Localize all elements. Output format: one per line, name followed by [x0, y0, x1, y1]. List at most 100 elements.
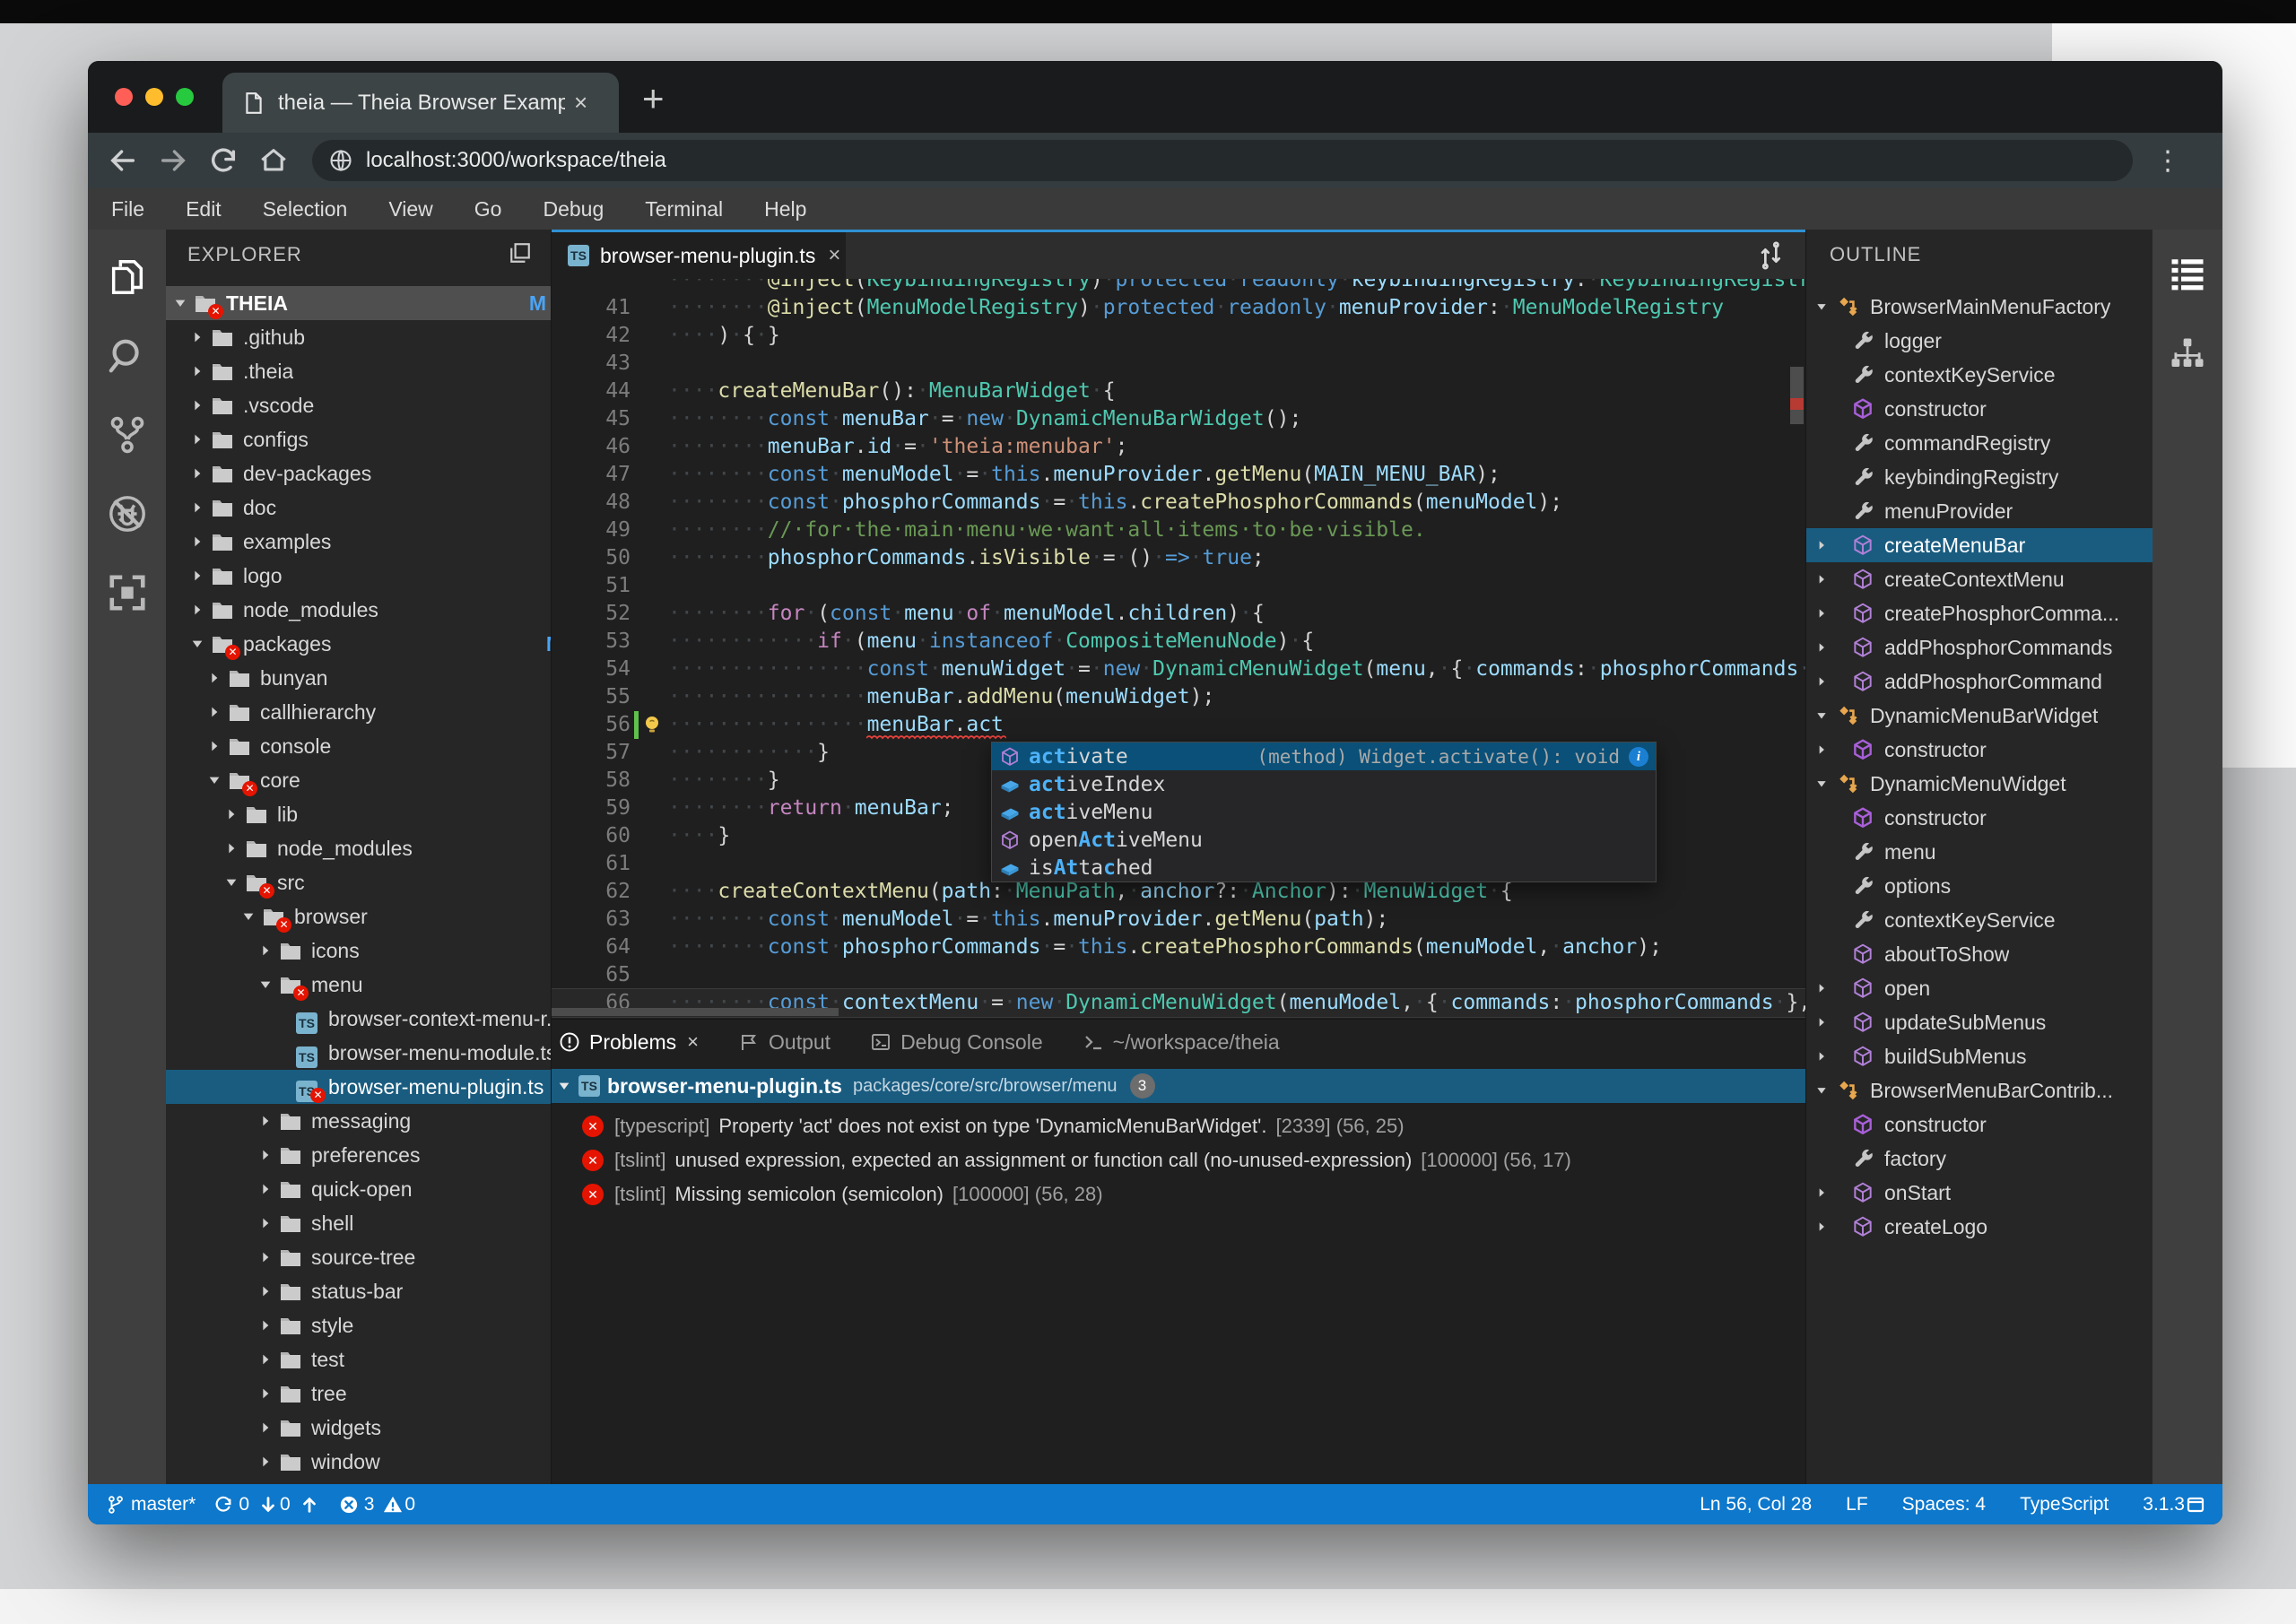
outline-item-options[interactable]: options — [1806, 869, 2152, 903]
tree-item-core[interactable]: ✕coreM — [166, 763, 552, 797]
outline-item-dynamicmenubarwidget[interactable]: DynamicMenuBarWidget — [1806, 699, 2152, 733]
line-number[interactable]: 44 — [552, 378, 631, 405]
line-number[interactable]: 49 — [552, 517, 631, 544]
tree-item-menu[interactable]: ✕menuM — [166, 968, 552, 1002]
tree-item-quick-open[interactable]: quick-open — [166, 1172, 552, 1206]
outline-item-createlogo[interactable]: createLogo — [1806, 1210, 2152, 1244]
suggest-item-activeMenu[interactable]: activeMenu — [992, 798, 1656, 826]
outline-item-updatesubmenus[interactable]: updateSubMenus — [1806, 1005, 2152, 1039]
tree-item-style[interactable]: style — [166, 1308, 552, 1342]
lightbulb-icon[interactable] — [641, 714, 663, 735]
chevron-right-icon[interactable] — [1815, 1220, 1828, 1233]
maximize-window-button[interactable] — [176, 88, 194, 106]
suggest-item-activeIndex[interactable]: activeIndex — [992, 770, 1656, 798]
close-window-button[interactable] — [115, 88, 133, 106]
chevron-right-icon[interactable] — [1815, 982, 1828, 994]
chevron-right-icon[interactable] — [190, 534, 204, 549]
problems-file-row[interactable]: TS browser-menu-plugin.ts packages/core/… — [552, 1069, 1805, 1103]
tree-item-callhierarchy[interactable]: callhierarchy — [166, 695, 552, 729]
chevron-down-icon[interactable] — [1815, 300, 1828, 313]
tree-item-examples[interactable]: examples — [166, 525, 552, 559]
outline-item-dynamicmenuwidget[interactable]: DynamicMenuWidget — [1806, 767, 2152, 801]
tree-item-browser-context-menu-r-[interactable]: TSbrowser-context-menu-r... — [166, 1002, 552, 1036]
outline-item-constructor[interactable]: constructor — [1806, 1107, 2152, 1142]
code-line-54[interactable]: 54················const·menuWidget·=·new… — [552, 656, 1805, 683]
git-sync-status[interactable]: 0 0 — [213, 1494, 320, 1515]
code-line-55[interactable]: 55················menuBar.addMenu(menuWi… — [552, 683, 1805, 711]
outline-item-abouttoshow[interactable]: aboutToShow — [1806, 937, 2152, 971]
outline-item-commandregistry[interactable]: commandRegistry — [1806, 426, 2152, 460]
tree-item-node-modules[interactable]: node_modules — [166, 831, 552, 865]
search-icon[interactable] — [107, 335, 148, 377]
home-icon[interactable] — [258, 145, 289, 176]
suggest-item-isAttached[interactable]: isAttached — [992, 854, 1656, 881]
line-number[interactable]: 42 — [552, 322, 631, 350]
reload-icon[interactable] — [208, 145, 239, 176]
chevron-right-icon[interactable] — [1815, 1186, 1828, 1199]
tree-item-logo[interactable]: logo — [166, 559, 552, 593]
toggle-split-icon[interactable] — [1757, 241, 1786, 270]
line-number[interactable]: 64 — [552, 934, 631, 961]
chevron-down-icon[interactable] — [258, 977, 273, 992]
chevron-down-icon[interactable] — [1815, 1084, 1828, 1097]
tree-item-configs[interactable]: configs — [166, 422, 552, 456]
status-ts-version[interactable]: 3.1.3 — [2143, 1494, 2185, 1515]
editor-horizontal-scrollbar[interactable] — [552, 1008, 839, 1016]
close-tab-icon[interactable]: × — [574, 89, 587, 117]
editor-vertical-scrollbar[interactable] — [1790, 367, 1804, 424]
outline-item-contextkeyservice[interactable]: contextKeyService — [1806, 358, 2152, 392]
chevron-right-icon[interactable] — [207, 671, 222, 685]
tree-item--github[interactable]: .github — [166, 320, 552, 354]
line-number[interactable]: 46 — [552, 433, 631, 461]
outline-item-constructor[interactable]: constructor — [1806, 801, 2152, 835]
tree-item-dev-packages[interactable]: dev-packages — [166, 456, 552, 491]
chevron-right-icon[interactable] — [1815, 1016, 1828, 1029]
outline-item-browsermenubarcontrib-[interactable]: BrowserMenuBarContrib... — [1806, 1073, 2152, 1107]
chevron-right-icon[interactable] — [190, 398, 204, 413]
line-number[interactable]: 63 — [552, 906, 631, 934]
chevron-down-icon[interactable] — [224, 875, 239, 890]
status-eol[interactable]: LF — [1846, 1494, 1868, 1515]
code-line-41[interactable]: 41········@inject(MenuModelRegistry)·pro… — [552, 294, 1805, 322]
new-tab-button[interactable]: + — [642, 81, 665, 117]
tree-item-node-modules[interactable]: node_modules — [166, 593, 552, 627]
line-number[interactable]: 50 — [552, 544, 631, 572]
chevron-right-icon[interactable] — [258, 1455, 273, 1469]
outline-item-constructor[interactable]: constructor — [1806, 733, 2152, 767]
tree-item-tree[interactable]: tree — [166, 1376, 552, 1411]
code-line-65[interactable]: 65 — [552, 961, 1805, 989]
files-explorer-icon[interactable] — [107, 256, 148, 298]
chevron-right-icon[interactable] — [190, 569, 204, 583]
line-number[interactable]: 47 — [552, 461, 631, 489]
code-line-52[interactable]: 52········for·(const·menu·of·menuModel.c… — [552, 600, 1805, 628]
outline-item-createphosphorcomma-[interactable]: createPhosphorComma... — [1806, 596, 2152, 630]
code-line-43[interactable]: 43 — [552, 350, 1805, 378]
code-line-49[interactable]: 49········//·for·the·main·menu·we·want·a… — [552, 517, 1805, 544]
outline-item-onstart[interactable]: onStart — [1806, 1176, 2152, 1210]
chevron-down-icon[interactable] — [557, 1079, 571, 1093]
code-line-45[interactable]: 45········const·menuBar·=·new·DynamicMen… — [552, 405, 1805, 433]
menu-item-selection[interactable]: Selection — [263, 197, 348, 221]
chevron-down-icon[interactable] — [173, 296, 187, 310]
chevron-right-icon[interactable] — [1815, 539, 1828, 551]
outline-item-logger[interactable]: logger — [1806, 324, 2152, 358]
chevron-down-icon[interactable] — [207, 773, 222, 787]
line-number[interactable]: 54 — [552, 656, 631, 683]
outline-item-menu[interactable]: menu — [1806, 835, 2152, 869]
close-icon[interactable]: × — [687, 1030, 699, 1054]
call-hierarchy-icon[interactable] — [2169, 335, 2206, 373]
code-editor[interactable]: ········@inject(KeybindingRegistry)·prot… — [552, 279, 1805, 1019]
debug-icon[interactable] — [107, 493, 148, 534]
editor-tab[interactable]: TS browser-menu-plugin.ts × — [552, 232, 846, 279]
chevron-right-icon[interactable] — [224, 841, 239, 855]
tree-item-browser-menu-module-ts[interactable]: TSbrowser-menu-module.ts — [166, 1036, 552, 1070]
collapse-folders-icon[interactable] — [509, 241, 532, 265]
outline-item-contextkeyservice[interactable]: contextKeyService — [1806, 903, 2152, 937]
menu-item-terminal[interactable]: Terminal — [645, 197, 723, 221]
menu-item-debug[interactable]: Debug — [543, 197, 604, 221]
site-info-icon[interactable] — [328, 148, 353, 173]
chevron-right-icon[interactable] — [258, 1216, 273, 1230]
code-line-clipped[interactable]: ········@inject(KeybindingRegistry)·prot… — [552, 279, 1805, 294]
tree-item-console[interactable]: console — [166, 729, 552, 763]
line-number[interactable]: 59 — [552, 795, 631, 822]
